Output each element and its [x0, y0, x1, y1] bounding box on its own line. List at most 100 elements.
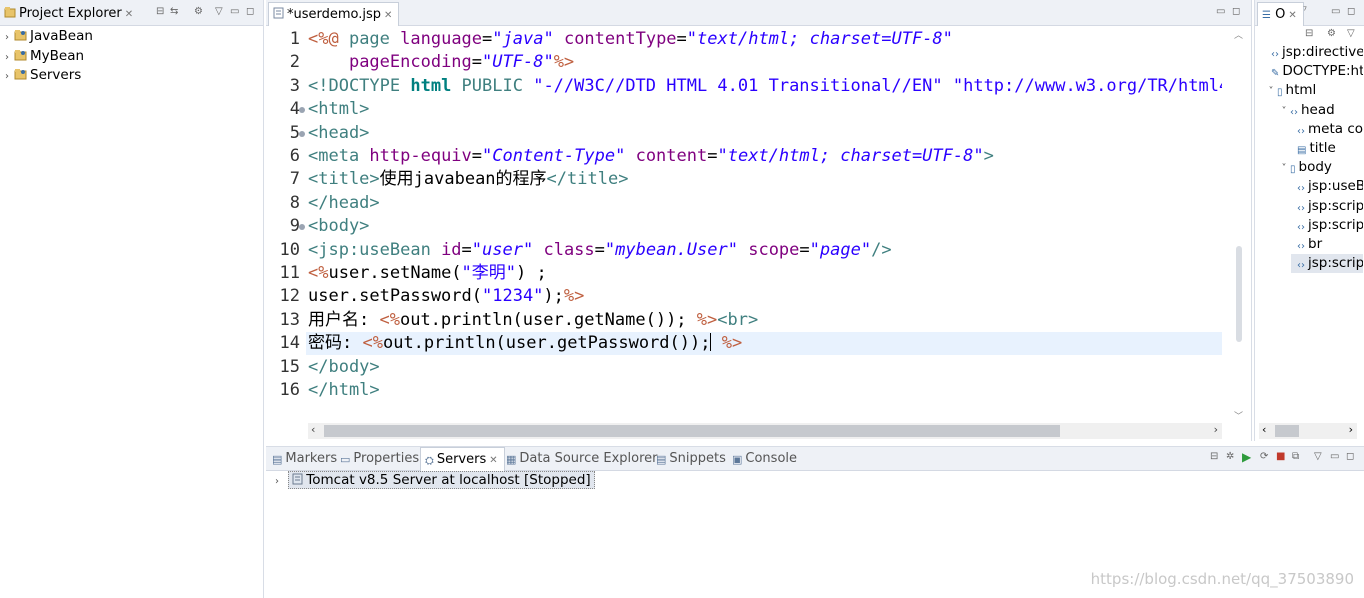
- outline-item[interactable]: ‹› jsp:scrip: [1291, 197, 1363, 216]
- scroll-up-icon[interactable]: ︿: [1234, 28, 1243, 41]
- code-text-area[interactable]: <%@ page language="java" contentType="te…: [308, 28, 1222, 418]
- code-line[interactable]: user.setPassword("1234");%>: [308, 285, 584, 308]
- code-line[interactable]: </head>: [308, 192, 380, 215]
- maximize-icon[interactable]: ◻: [1232, 6, 1240, 17]
- fold-toggle-icon[interactable]: [299, 224, 305, 231]
- code-token: <head>: [308, 122, 370, 143]
- close-icon[interactable]: ✕: [384, 10, 392, 21]
- fold-toggle-icon[interactable]: [299, 107, 305, 114]
- project-item[interactable]: › MyBean: [0, 47, 84, 66]
- horizontal-scrollbar[interactable]: ‹ ›: [308, 423, 1222, 439]
- code-line[interactable]: <meta http-equiv="Content-Type" content=…: [308, 145, 994, 168]
- minimize-icon[interactable]: ▭: [1331, 6, 1340, 17]
- chevron-right-icon[interactable]: ›: [0, 28, 14, 47]
- code-token: user.setPassword(: [308, 286, 482, 307]
- chevron-down-icon[interactable]: ˅: [1265, 82, 1277, 100]
- code-line[interactable]: <%@ page language="java" contentType="te…: [308, 28, 953, 51]
- minimize-icon[interactable]: ▭: [230, 6, 239, 17]
- outline-item[interactable]: ✎ DOCTYPE:ht: [1265, 62, 1363, 81]
- tab-snippets[interactable]: ▤ Snippets: [652, 447, 732, 471]
- title-icon: ▤: [1297, 145, 1307, 156]
- code-line[interactable]: <!DOCTYPE html PUBLIC "-//W3C//DTD HTML …: [308, 75, 1222, 98]
- code-line[interactable]: <title>使用javabean的程序</title>: [308, 168, 628, 191]
- outline-item[interactable]: ˅ ‹› head: [1278, 101, 1363, 120]
- tab-markers[interactable]: ▤ Markers: [268, 447, 343, 471]
- server-entry[interactable]: Tomcat v8.5 Server at localhost [Stopped…: [288, 471, 595, 489]
- tab-project-explorer[interactable]: Project Explorer ✕: [0, 2, 139, 26]
- tab-data-source-explorer[interactable]: ▦ Data Source Explorer: [502, 447, 664, 471]
- line-number: 3: [289, 75, 300, 96]
- chevron-down-icon[interactable]: ▽: [1347, 28, 1355, 39]
- chevron-right-icon[interactable]: ›: [0, 67, 14, 86]
- code-line[interactable]: <body>: [308, 215, 369, 238]
- outline-item-label: DOCTYPE:ht: [1282, 63, 1363, 80]
- view-menu-icon[interactable]: ⁷: [1303, 6, 1307, 17]
- line-number: 4: [289, 99, 300, 120]
- scroll-right-icon[interactable]: ›: [1349, 423, 1353, 436]
- chevron-down-icon[interactable]: ▽: [1314, 451, 1322, 462]
- chevron-right-icon[interactable]: ›: [270, 472, 284, 491]
- code-line[interactable]: pageEncoding="UTF-8"%>: [308, 51, 574, 74]
- fold-toggle-icon[interactable]: [299, 130, 305, 137]
- outline-item[interactable]: ‹› br: [1291, 235, 1363, 254]
- maximize-icon[interactable]: ◻: [1346, 451, 1354, 462]
- tab-properties[interactable]: ▭ Properties: [336, 447, 425, 471]
- outline-item[interactable]: ˅ ▯ html: [1265, 81, 1363, 100]
- code-line[interactable]: <jsp:useBean id="user" class="mybean.Use…: [308, 239, 892, 262]
- code-line[interactable]: <%user.setName("李明") ;: [308, 262, 547, 285]
- start-server-icon[interactable]: ▶: [1242, 450, 1251, 464]
- chevron-down-icon[interactable]: ˅: [1278, 159, 1290, 177]
- scroll-right-icon[interactable]: ›: [1214, 423, 1218, 436]
- outline-item[interactable]: ▤ title: [1291, 139, 1363, 158]
- outline-item[interactable]: ‹› jsp:useB: [1291, 177, 1363, 196]
- outline-item[interactable]: ‹› jsp:scrip: [1291, 216, 1363, 235]
- code-line[interactable]: <head>: [308, 122, 369, 145]
- chevron-right-icon[interactable]: ›: [0, 48, 14, 67]
- project-item[interactable]: › JavaBean: [0, 27, 93, 46]
- outline-item[interactable]: ‹› jsp:scrip: [1291, 254, 1363, 274]
- view-menu-icon[interactable]: ⚙: [194, 6, 203, 17]
- outline-horizontal-scrollbar[interactable]: ‹ ›: [1259, 423, 1357, 439]
- collapse-all-icon[interactable]: ⊟: [156, 6, 164, 17]
- server-row[interactable]: › Tomcat v8.5 Server at localhost [Stopp…: [270, 471, 595, 490]
- tab-console[interactable]: ▣ Console: [728, 447, 803, 471]
- collapse-all-icon[interactable]: ⊟: [1305, 28, 1313, 39]
- scroll-down-icon[interactable]: ﹀: [1234, 409, 1243, 422]
- sort-icon[interactable]: ⚙: [1327, 28, 1336, 39]
- outline-item[interactable]: ‹› meta co: [1291, 120, 1363, 139]
- tab-servers[interactable]: ⛭ Servers ✕: [420, 447, 505, 471]
- link-editor-icon[interactable]: ⇆: [170, 6, 178, 17]
- code-line[interactable]: </html>: [308, 379, 380, 402]
- publish-icon[interactable]: ⧉: [1292, 451, 1299, 462]
- close-icon[interactable]: ✕: [489, 455, 497, 466]
- code-line[interactable]: 密码: <%out.println(user.getPassword()); %…: [308, 332, 742, 355]
- tab-outline[interactable]: ☰ O ✕: [1257, 2, 1304, 26]
- line-number: 15: [279, 356, 300, 377]
- vertical-scrollbar[interactable]: ︿ ﹀: [1233, 31, 1245, 422]
- code-line[interactable]: </body>: [308, 356, 380, 379]
- horizontal-scroll-thumb[interactable]: [324, 425, 1060, 437]
- profile-server-icon[interactable]: ⟳: [1260, 451, 1268, 462]
- project-item[interactable]: › Servers: [0, 66, 81, 85]
- outline-item[interactable]: ‹› jsp:directive: [1265, 43, 1363, 62]
- outline-item[interactable]: ˅ ▯ body: [1278, 158, 1363, 177]
- maximize-icon[interactable]: ◻: [1347, 6, 1355, 17]
- tab-userdemo-jsp[interactable]: *userdemo.jsp ✕: [268, 2, 400, 26]
- chevron-down-icon[interactable]: ˅: [1278, 102, 1290, 120]
- scroll-left-icon[interactable]: ‹: [1262, 423, 1266, 436]
- code-line[interactable]: 用户名: <%out.println(user.getName()); %><b…: [308, 309, 758, 332]
- maximize-icon[interactable]: ◻: [246, 6, 254, 17]
- minimize-icon[interactable]: ▭: [1216, 6, 1225, 17]
- line-number: 2: [289, 52, 300, 73]
- minimize-icon[interactable]: ▭: [1330, 451, 1339, 462]
- code-line[interactable]: <html>: [308, 98, 369, 121]
- close-icon[interactable]: ✕: [125, 9, 133, 20]
- vertical-scroll-thumb[interactable]: [1236, 246, 1242, 342]
- close-icon[interactable]: ✕: [1288, 10, 1296, 21]
- collapse-all-icon[interactable]: ⊟: [1210, 451, 1218, 462]
- stop-server-icon[interactable]: ■: [1276, 451, 1285, 462]
- debug-server-icon[interactable]: ✲: [1226, 451, 1234, 462]
- horizontal-scroll-thumb[interactable]: [1275, 425, 1299, 437]
- chevron-down-icon[interactable]: ▽: [215, 6, 223, 17]
- scroll-left-icon[interactable]: ‹: [311, 423, 315, 436]
